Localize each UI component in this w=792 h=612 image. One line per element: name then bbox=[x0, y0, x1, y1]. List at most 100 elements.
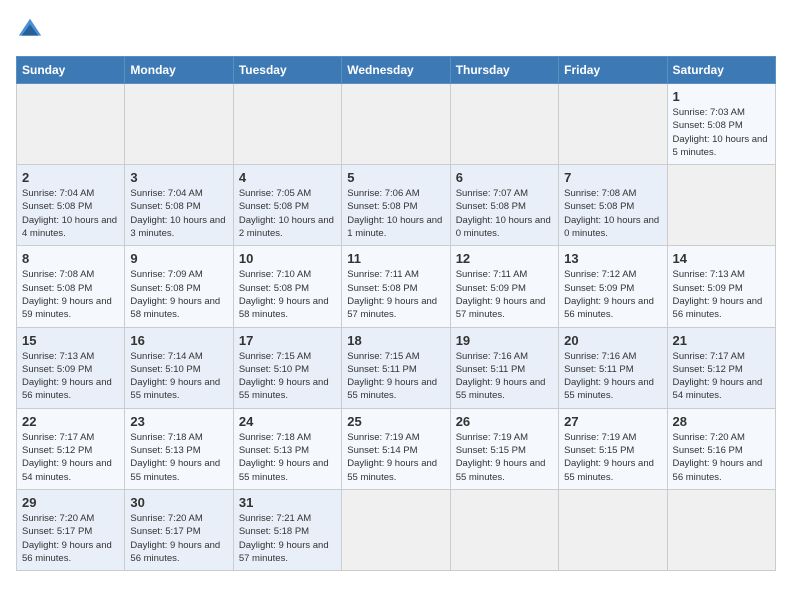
calendar-cell: 19Sunrise: 7:16 AMSunset: 5:11 PMDayligh… bbox=[450, 327, 558, 408]
calendar-cell bbox=[450, 84, 558, 165]
day-number: 2 bbox=[22, 170, 119, 185]
day-info: Sunrise: 7:20 AMSunset: 5:16 PMDaylight:… bbox=[673, 431, 770, 484]
calendar-cell: 18 Sunrise: 7:15 AMSunset: 5:11 PMDayligh… bbox=[342, 327, 450, 408]
calendar-cell: 25 Sunrise: 7:19 AMSunset: 5:14 PMDayligh… bbox=[342, 408, 450, 489]
calendar-cell: 15Sunrise: 7:13 AMSunset: 5:09 PMDayligh… bbox=[17, 327, 125, 408]
day-number: 28 bbox=[673, 414, 770, 429]
page-header bbox=[16, 16, 776, 44]
calendar-cell: 7Sunrise: 7:08 AMSunset: 5:08 PMDaylight… bbox=[559, 165, 667, 246]
calendar-cell: 17Sunrise: 7:15 AMSunset: 5:10 PMDayligh… bbox=[233, 327, 341, 408]
day-of-week-header: Wednesday bbox=[342, 57, 450, 84]
day-number: 3 bbox=[130, 170, 227, 185]
calendar-cell bbox=[233, 84, 341, 165]
day-info: Sunrise: 7:07 AMSunset: 5:08 PMDaylight:… bbox=[456, 187, 553, 240]
day-info: Sunrise: 7:13 AMSunset: 5:09 PMDaylight:… bbox=[22, 350, 119, 403]
calendar-cell: 3 Sunrise: 7:04 AMSunset: 5:08 PMDaylight… bbox=[125, 165, 233, 246]
calendar-cell bbox=[450, 489, 558, 570]
day-number: 30 bbox=[130, 495, 227, 510]
day-number: 21 bbox=[673, 333, 770, 348]
day-info: Sunrise: 7:18 AMSunset: 5:13 PMDaylight:… bbox=[130, 431, 227, 484]
day-number: 7 bbox=[564, 170, 661, 185]
day-info: Sunrise: 7:19 AMSunset: 5:15 PMDaylight:… bbox=[564, 431, 661, 484]
calendar-cell: 24Sunrise: 7:18 AMSunset: 5:13 PMDayligh… bbox=[233, 408, 341, 489]
calendar-cell bbox=[342, 84, 450, 165]
day-info: Sunrise: 7:05 AMSunset: 5:08 PMDaylight:… bbox=[239, 187, 336, 240]
day-number: 10 bbox=[239, 251, 336, 266]
calendar-cell: 23 Sunrise: 7:18 AMSunset: 5:13 PMDayligh… bbox=[125, 408, 233, 489]
day-number: 25 bbox=[347, 414, 444, 429]
day-number: 4 bbox=[239, 170, 336, 185]
calendar-cell: 16 Sunrise: 7:14 AMSunset: 5:10 PMDayligh… bbox=[125, 327, 233, 408]
calendar-cell: 22 Sunrise: 7:17 AMSunset: 5:12 PMDayligh… bbox=[17, 408, 125, 489]
day-info: Sunrise: 7:13 AMSunset: 5:09 PMDaylight:… bbox=[673, 268, 770, 321]
day-number: 5 bbox=[347, 170, 444, 185]
day-number: 11 bbox=[347, 251, 444, 266]
day-number: 6 bbox=[456, 170, 553, 185]
day-number: 23 bbox=[130, 414, 227, 429]
calendar-cell bbox=[342, 489, 450, 570]
calendar-cell: 14 Sunrise: 7:13 AMSunset: 5:09 PMDayligh… bbox=[667, 246, 775, 327]
day-of-week-header: Tuesday bbox=[233, 57, 341, 84]
day-number: 18 bbox=[347, 333, 444, 348]
day-info: Sunrise: 7:20 AMSunset: 5:17 PMDaylight:… bbox=[22, 512, 119, 565]
day-number: 1 bbox=[673, 89, 770, 104]
day-of-week-header: Sunday bbox=[17, 57, 125, 84]
day-info: Sunrise: 7:21 AMSunset: 5:18 PMDaylight:… bbox=[239, 512, 336, 565]
calendar-cell bbox=[559, 489, 667, 570]
day-number: 16 bbox=[130, 333, 227, 348]
calendar-cell: 31Sunrise: 7:21 AMSunset: 5:18 PMDayligh… bbox=[233, 489, 341, 570]
day-number: 20 bbox=[564, 333, 661, 348]
day-info: Sunrise: 7:14 AMSunset: 5:10 PMDaylight:… bbox=[130, 350, 227, 403]
calendar-cell: 1Sunrise: 7:03 AMSunset: 5:08 PMDaylight… bbox=[667, 84, 775, 165]
day-info: Sunrise: 7:20 AMSunset: 5:17 PMDaylight:… bbox=[130, 512, 227, 565]
day-info: Sunrise: 7:08 AMSunset: 5:08 PMDaylight:… bbox=[22, 268, 119, 321]
calendar-week-row: 22 Sunrise: 7:17 AMSunset: 5:12 PMDayligh… bbox=[17, 408, 776, 489]
day-number: 29 bbox=[22, 495, 119, 510]
day-info: Sunrise: 7:12 AMSunset: 5:09 PMDaylight:… bbox=[564, 268, 661, 321]
day-info: Sunrise: 7:16 AMSunset: 5:11 PMDaylight:… bbox=[564, 350, 661, 403]
calendar-cell: 21Sunrise: 7:17 AMSunset: 5:12 PMDayligh… bbox=[667, 327, 775, 408]
calendar-cell: 30 Sunrise: 7:20 AMSunset: 5:17 PMDayligh… bbox=[125, 489, 233, 570]
day-info: Sunrise: 7:09 AMSunset: 5:08 PMDaylight:… bbox=[130, 268, 227, 321]
calendar-cell: 12Sunrise: 7:11 AMSunset: 5:09 PMDayligh… bbox=[450, 246, 558, 327]
day-info: Sunrise: 7:19 AMSunset: 5:14 PMDaylight:… bbox=[347, 431, 444, 484]
day-info: Sunrise: 7:15 AMSunset: 5:11 PMDaylight:… bbox=[347, 350, 444, 403]
day-info: Sunrise: 7:11 AMSunset: 5:08 PMDaylight:… bbox=[347, 268, 444, 321]
calendar-cell bbox=[667, 489, 775, 570]
calendar-cell: 13Sunrise: 7:12 AMSunset: 5:09 PMDayligh… bbox=[559, 246, 667, 327]
day-of-week-header: Thursday bbox=[450, 57, 558, 84]
calendar-cell: 27 Sunrise: 7:19 AMSunset: 5:15 PMDayligh… bbox=[559, 408, 667, 489]
calendar-cell: 10Sunrise: 7:10 AMSunset: 5:08 PMDayligh… bbox=[233, 246, 341, 327]
day-info: Sunrise: 7:18 AMSunset: 5:13 PMDaylight:… bbox=[239, 431, 336, 484]
logo-icon bbox=[16, 16, 44, 44]
calendar-header-row: SundayMondayTuesdayWednesdayThursdayFrid… bbox=[17, 57, 776, 84]
calendar-cell: 6 Sunrise: 7:07 AMSunset: 5:08 PMDaylight… bbox=[450, 165, 558, 246]
calendar-cell bbox=[125, 84, 233, 165]
day-number: 14 bbox=[673, 251, 770, 266]
day-number: 27 bbox=[564, 414, 661, 429]
day-info: Sunrise: 7:19 AMSunset: 5:15 PMDaylight:… bbox=[456, 431, 553, 484]
calendar-cell bbox=[17, 84, 125, 165]
calendar-cell: 28 Sunrise: 7:20 AMSunset: 5:16 PMDayligh… bbox=[667, 408, 775, 489]
calendar-week-row: 2 Sunrise: 7:04 AMSunset: 5:08 PMDaylight… bbox=[17, 165, 776, 246]
day-info: Sunrise: 7:11 AMSunset: 5:09 PMDaylight:… bbox=[456, 268, 553, 321]
calendar-cell: 4 Sunrise: 7:05 AMSunset: 5:08 PMDaylight… bbox=[233, 165, 341, 246]
day-info: Sunrise: 7:04 AMSunset: 5:08 PMDaylight:… bbox=[22, 187, 119, 240]
day-info: Sunrise: 7:04 AMSunset: 5:08 PMDaylight:… bbox=[130, 187, 227, 240]
calendar-week-row: 1Sunrise: 7:03 AMSunset: 5:08 PMDaylight… bbox=[17, 84, 776, 165]
calendar-week-row: 29 Sunrise: 7:20 AMSunset: 5:17 PMDayligh… bbox=[17, 489, 776, 570]
day-number: 8 bbox=[22, 251, 119, 266]
day-info: Sunrise: 7:17 AMSunset: 5:12 PMDaylight:… bbox=[22, 431, 119, 484]
day-of-week-header: Friday bbox=[559, 57, 667, 84]
day-number: 26 bbox=[456, 414, 553, 429]
calendar-cell: 9Sunrise: 7:09 AMSunset: 5:08 PMDaylight… bbox=[125, 246, 233, 327]
calendar-cell: 26 Sunrise: 7:19 AMSunset: 5:15 PMDayligh… bbox=[450, 408, 558, 489]
calendar-cell bbox=[667, 165, 775, 246]
day-number: 19 bbox=[456, 333, 553, 348]
day-number: 22 bbox=[22, 414, 119, 429]
day-info: Sunrise: 7:15 AMSunset: 5:10 PMDaylight:… bbox=[239, 350, 336, 403]
calendar-cell: 5Sunrise: 7:06 AMSunset: 5:08 PMDaylight… bbox=[342, 165, 450, 246]
calendar-week-row: 15Sunrise: 7:13 AMSunset: 5:09 PMDayligh… bbox=[17, 327, 776, 408]
calendar-cell: 20 Sunrise: 7:16 AMSunset: 5:11 PMDayligh… bbox=[559, 327, 667, 408]
calendar-cell: 8 Sunrise: 7:08 AMSunset: 5:08 PMDaylight… bbox=[17, 246, 125, 327]
